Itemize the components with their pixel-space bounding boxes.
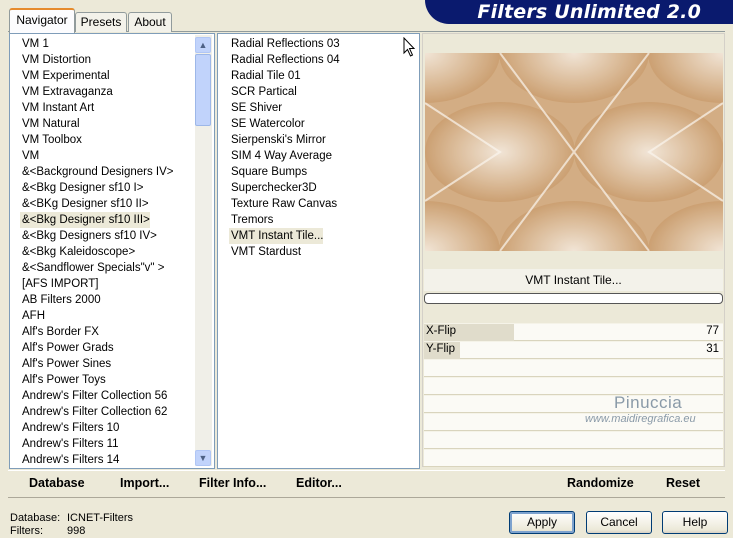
category-item[interactable]: VM xyxy=(20,148,39,164)
category-item[interactable]: &<Bkg Kaleidoscope> xyxy=(20,244,135,260)
category-item[interactable]: VM Distortion xyxy=(20,52,91,68)
category-item[interactable]: &<Bkg Designer sf10 III> xyxy=(20,212,150,228)
param-row-7[interactable] xyxy=(424,449,723,467)
category-item[interactable]: Andrew's Filters 11 xyxy=(20,436,119,452)
category-item[interactable]: &<Bkg Designers sf10 IV> xyxy=(20,228,157,244)
param-label-xflip: X-Flip xyxy=(426,325,457,337)
category-item[interactable]: &<Background Designers IV> xyxy=(20,164,174,180)
filter-item[interactable]: VMT Stardust xyxy=(229,244,301,260)
category-item[interactable]: VM Experimental xyxy=(20,68,110,84)
tab-about[interactable]: About xyxy=(128,12,172,32)
category-scrollbar[interactable]: ▲ ▼ xyxy=(195,35,212,466)
chevron-up-icon: ▲ xyxy=(198,40,208,50)
tab-navigator[interactable]: Navigator xyxy=(9,8,75,33)
randomize-button[interactable]: Randomize xyxy=(567,476,634,490)
watermark-url: www.maidiregrafica.eu xyxy=(585,413,696,425)
filter-item[interactable]: Sierpenski's Mirror xyxy=(229,132,326,148)
filter-item[interactable]: Texture Raw Canvas xyxy=(229,196,337,212)
param-value-xflip: 77 xyxy=(706,325,719,337)
filters-count-label: Filters: xyxy=(10,525,43,537)
category-item[interactable]: Alf's Power Toys xyxy=(20,372,106,388)
category-item[interactable]: Andrew's Filter Collection 56 xyxy=(20,388,167,404)
category-item[interactable]: Andrew's Filters 10 xyxy=(20,420,119,436)
scroll-thumb[interactable] xyxy=(195,54,211,126)
database-value: ICNET-Filters xyxy=(67,512,133,524)
param-row-1[interactable]: Y-Flip 31 xyxy=(424,341,723,359)
import-button[interactable]: Import... xyxy=(120,476,169,490)
filter-item[interactable]: Square Bumps xyxy=(229,164,307,180)
category-item[interactable]: &<BKg Designer sf10 II> xyxy=(20,196,149,212)
category-item[interactable]: Andrew's Filters 14 xyxy=(20,452,119,468)
category-item[interactable]: &<Bkg Designer sf10 I> xyxy=(20,180,143,196)
category-item[interactable]: Andrew's Filter Collection 62 xyxy=(20,404,167,420)
apply-button[interactable]: Apply xyxy=(509,511,575,534)
scroll-down-button[interactable]: ▼ xyxy=(195,450,211,466)
category-item[interactable]: VM Toolbox xyxy=(20,132,82,148)
progress-bar xyxy=(424,293,723,304)
watermark-title: Pinuccia xyxy=(614,393,683,412)
scroll-up-button[interactable]: ▲ xyxy=(195,37,211,53)
filter-name: VMT Instant Tile... xyxy=(525,273,622,287)
category-list[interactable]: VM 1 VM Distortion VM Experimental VM Extra… xyxy=(9,33,215,469)
param-row-0[interactable]: X-Flip 77 xyxy=(424,323,723,341)
param-value-yflip: 31 xyxy=(706,343,719,355)
category-item[interactable]: [AFS IMPORT] xyxy=(20,276,98,292)
reset-button[interactable]: Reset xyxy=(666,476,700,490)
filter-item[interactable]: Superchecker3D xyxy=(229,180,317,196)
tab-presets[interactable]: Presets xyxy=(75,12,127,32)
editor-button[interactable]: Editor... xyxy=(296,476,342,490)
filter-list[interactable]: Radial Reflections 03 Radial Reflections … xyxy=(217,33,420,469)
filter-info-button[interactable]: Filter Info... xyxy=(199,476,266,490)
param-row-6[interactable] xyxy=(424,431,723,449)
param-label-yflip: Y-Flip xyxy=(426,343,455,355)
category-item[interactable]: VM Extravaganza xyxy=(20,84,113,100)
category-item[interactable]: VM Natural xyxy=(20,116,80,132)
preview-image xyxy=(425,53,723,251)
cancel-button[interactable]: Cancel xyxy=(586,511,652,534)
filter-item[interactable]: SE Watercolor xyxy=(229,116,305,132)
database-label: Database: xyxy=(10,512,61,524)
category-item[interactable]: Alf's Power Sines xyxy=(20,356,111,372)
filter-item[interactable]: SIM 4 Way Average xyxy=(229,148,332,164)
filter-item[interactable]: SE Shiver xyxy=(229,100,282,116)
filter-item[interactable]: Tremors xyxy=(229,212,273,228)
mouse-pointer-icon xyxy=(403,37,416,57)
filter-item[interactable]: Radial Tile 01 xyxy=(229,68,301,84)
category-item[interactable]: Alf's Power Grads xyxy=(20,340,114,356)
filter-item[interactable]: Radial Reflections 04 xyxy=(229,52,340,68)
category-item[interactable]: &<Sandflower Specials"v" > xyxy=(20,260,164,276)
category-item[interactable]: AB Filters 2000 xyxy=(20,292,101,308)
chevron-down-icon: ▼ xyxy=(198,453,208,463)
filters-count-value: 998 xyxy=(67,525,86,537)
category-item[interactable]: VM Instant Art xyxy=(20,100,94,116)
help-button[interactable]: Help xyxy=(662,511,728,534)
filter-item[interactable]: Radial Reflections 03 xyxy=(229,36,340,52)
filter-item[interactable]: SCR Partical xyxy=(229,84,297,100)
category-item[interactable]: Alf's Border FX xyxy=(20,324,99,340)
param-row-2[interactable] xyxy=(424,359,723,377)
category-item[interactable]: AFH xyxy=(20,308,45,324)
database-button[interactable]: Database xyxy=(29,476,85,490)
filter-item[interactable]: VMT Instant Tile... xyxy=(229,228,324,244)
title-banner-text: Filters Unlimited 2.0 xyxy=(477,1,701,23)
category-item[interactable]: VM 1 xyxy=(20,36,49,52)
